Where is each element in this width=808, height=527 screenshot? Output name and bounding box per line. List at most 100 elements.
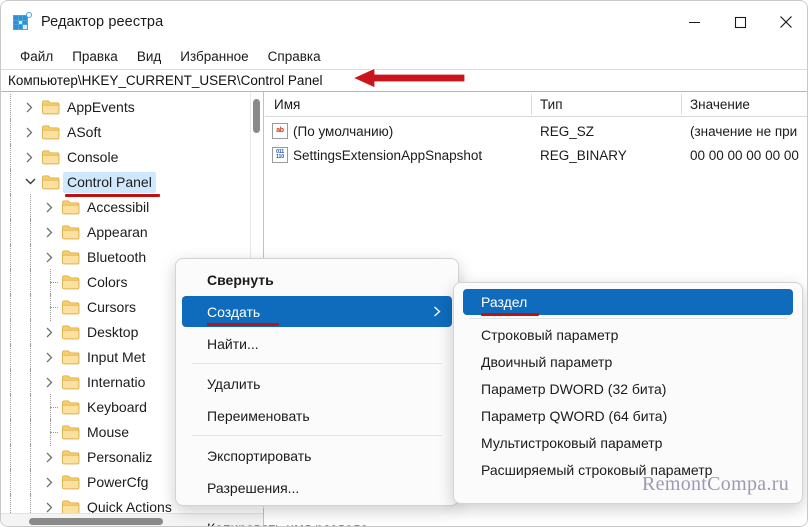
tree-indent [1,144,21,171]
ctx-copy-key-name-label: Копировать имя раздела [207,520,368,527]
tree-indent [1,269,21,296]
tree-item-label: Bluetooth [87,249,147,265]
tree-indent [1,319,21,346]
content-area: AppEvents ASoft Console Control Panel Access… [1,92,807,526]
folder-icon [61,270,83,295]
folder-icon [61,245,83,270]
sub-multistring[interactable]: Мультистроковый параметр [463,430,793,456]
maximize-button[interactable] [717,1,763,43]
tree-indent [21,194,41,221]
tree-indent [1,294,21,321]
tree-item-control-panel[interactable]: Control Panel [1,169,248,197]
chevron-right-icon[interactable] [41,220,61,245]
tree-indent [1,344,21,371]
folder-icon [61,470,83,495]
ctx-copy-key-name[interactable]: Копировать имя раздела [182,512,452,527]
chevron-right-icon[interactable] [41,320,61,345]
sub-dword[interactable]: Параметр DWORD (32 бита) [463,376,793,402]
folder-icon [61,370,83,395]
close-button[interactable] [763,1,807,43]
tree-leaf-connector [41,269,61,296]
menu-view[interactable]: Вид [128,47,171,66]
ctx-export[interactable]: Экспортировать [182,440,452,471]
tree-item-label: Internatio [87,374,146,390]
ctx-export-label: Экспортировать [207,447,312,464]
tree-indent [21,319,41,346]
menu-favorites[interactable]: Избранное [171,47,258,66]
chevron-right-icon[interactable] [41,245,61,270]
tree-indent [1,169,21,196]
tree-item-label: Colors [87,274,128,290]
new-submenu[interactable]: Раздел Строковый параметр Двоичный парам… [453,282,803,504]
menu-file[interactable]: Файл [11,47,63,66]
ctx-new-label: Создать [207,303,261,320]
tree-indent [21,394,41,421]
tree-horizontal-scroll-thumb[interactable] [29,518,163,525]
tree-indent [1,444,21,471]
chevron-right-icon[interactable] [41,345,61,370]
ctx-permissions-label: Разрешения... [207,479,300,496]
tree-indent [1,419,21,446]
ctx-collapse-label: Свернуть [207,271,274,288]
tree-leaf-connector [41,294,61,321]
ctx-permissions[interactable]: Разрешения... [182,472,452,503]
chevron-right-icon[interactable] [21,145,41,170]
ctx-collapse[interactable]: Свернуть [182,264,452,295]
registry-value-row[interactable]: ab (По умолчанию) REG_SZ (значение не при [265,119,807,143]
sub-binary[interactable]: Двоичный параметр [463,349,793,375]
tree-indent [21,244,41,271]
tree-item-asoft[interactable]: ASoft [1,119,248,146]
context-menu[interactable]: Свернуть Создать Найти... Удалить Переим… [175,258,459,526]
sub-string[interactable]: Строковый параметр [463,322,793,348]
folder-icon [41,95,63,120]
ctx-delete[interactable]: Удалить [182,368,452,399]
chevron-right-icon[interactable] [41,445,61,470]
sub-dword-label: Параметр DWORD (32 бита) [481,381,667,397]
site-watermark: RemontCompa.ru [642,473,789,495]
sub-string-label: Строковый параметр [481,327,619,343]
folder-icon [61,195,83,220]
tree-indent [1,394,21,421]
sub-qword[interactable]: Параметр QWORD (64 бита) [463,403,793,429]
chevron-right-icon[interactable] [41,370,61,395]
tree-indent [1,94,21,121]
tree-item-label: Input Met [87,349,146,365]
sub-key[interactable]: Раздел [463,289,793,316]
tree-item-label: Control Panel [63,172,156,193]
folder-icon [61,420,83,445]
sub-multistring-label: Мультистроковый параметр [481,435,663,451]
registry-value-row[interactable]: 011 110 SettingsExtensionAppSnapshot REG_BI… [265,143,807,167]
ctx-new[interactable]: Создать [182,296,452,327]
address-path: Компьютер\HKEY_CURRENT_USER\Control Pane… [8,73,323,88]
tree-indent [21,269,41,296]
tree-item-appevents[interactable]: AppEvents [1,94,248,121]
tree-item-accessibil[interactable]: Accessibil [1,194,248,221]
chevron-right-icon[interactable] [21,95,41,120]
tree-indent [21,419,41,446]
tree-item-console[interactable]: Console [1,144,248,171]
chevron-right-icon[interactable] [41,470,61,495]
chevron-right-icon[interactable] [41,195,61,220]
tree-indent [1,244,21,271]
column-header-name[interactable]: Имя [265,92,531,117]
tree-vertical-scroll-thumb[interactable] [253,99,260,133]
registry-editor-window: Редактор реестра Файл Правка Вид Избранн… [0,0,808,527]
address-bar[interactable]: Компьютер\HKEY_CURRENT_USER\Control Pane… [1,69,807,92]
binary-value-icon: 011 110 [272,147,288,163]
column-header-value[interactable]: Значение [681,92,807,117]
folder-icon [61,345,83,370]
chevron-right-icon[interactable] [21,120,41,145]
value-type-cell: REG_SZ [540,123,595,139]
column-header-type[interactable]: Тип [531,92,681,117]
menu-edit[interactable]: Правка [63,47,128,66]
tree-item-label: Keyboard [87,399,147,415]
ctx-rename[interactable]: Переименовать [182,400,452,431]
tree-item-label: Appearan [87,224,148,240]
minimize-button[interactable] [671,1,717,43]
chevron-down-icon[interactable] [21,170,41,195]
ctx-find[interactable]: Найти... [182,328,452,359]
tree-indent [21,369,41,396]
tree-item-appearan[interactable]: Appearan [1,219,248,246]
tree-indent [21,344,41,371]
menu-help[interactable]: Справка [259,47,331,66]
